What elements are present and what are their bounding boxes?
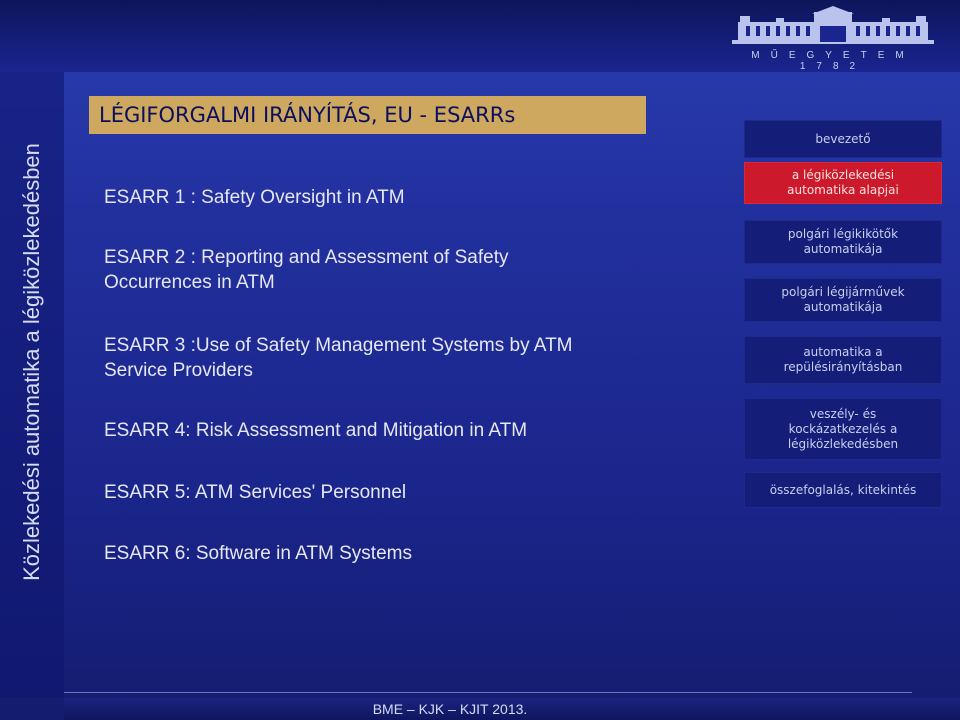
esarr-item-line: ESARR 6: Software in ATM Systems [104, 543, 412, 564]
nav-item-label: automatika alapjai [787, 183, 899, 197]
nav-item-legijarmuvek[interactable]: polgári légijárművek automatikája [744, 278, 942, 322]
vertical-course-title: Közlekedési automatika a légiközlekedésb… [19, 143, 44, 581]
esarr-item-2: ESARR 2 : Reporting and Assessment of Sa… [104, 245, 664, 295]
footer-text: BME – KJK – KJIT 2013. [372, 701, 528, 717]
nav-item-label: bevezető [815, 131, 871, 146]
page-title: LÉGIFORGALMI IRÁNYÍTÁS, EU - ESARRs [99, 103, 516, 127]
nav-item-osszefoglalas[interactable]: összefoglalás, kitekintés [744, 472, 942, 508]
nav-item-label: repülésirányításban [783, 360, 903, 374]
esarr-item-line: ESARR 4: Risk Assessment and Mitigation … [104, 420, 528, 441]
nav-item-repulesiranyitas[interactable]: automatika a repülésirányításban [744, 336, 942, 384]
esarr-item-line: ESARR 3 :Use of Safety Management System… [104, 335, 573, 356]
esarr-item-3: ESARR 3 :Use of Safety Management System… [104, 333, 664, 383]
nav-item-label: automatika a [803, 345, 883, 359]
nav-item-label: polgári légijárművek [781, 285, 905, 299]
logo-text: MŰEGYETEM 1782 [751, 50, 915, 72]
nav-item-label: veszély- és [809, 406, 877, 421]
header-bar: LÉGIFORGALMI IRÁNYÍTÁS, EU - ESARRs [89, 96, 646, 134]
nav-item-label: polgári légikikötők [787, 227, 899, 241]
esarr-item-line: ESARR 1 : Safety Oversight in ATM [104, 187, 405, 208]
nav-item-label: összefoglalás, kitekintés [769, 482, 917, 497]
nav-item-legikikotok[interactable]: polgári légikikötők automatikája [744, 220, 942, 264]
esarr-item-line: ESARR 2 : Reporting and Assessment of Sa… [104, 247, 509, 268]
esarr-item-1: ESARR 1 : Safety Oversight in ATM [104, 185, 664, 210]
nav-item-kockazatkezeles[interactable]: veszély- és kockázatkezelés a légiközlek… [744, 398, 942, 460]
university-logo: MŰEGYETEM 1782 [726, 6, 940, 72]
nav-item-label: légiközlekedésben [787, 436, 899, 451]
nav-item-automatika-alapjai[interactable]: a légiközlekedési automatika alapjai [744, 162, 942, 204]
nav-item-label: kockázatkezelés a [788, 421, 898, 436]
esarr-item-6: ESARR 6: Software in ATM Systems [104, 541, 664, 566]
esarr-item-line: Service Providers [104, 360, 253, 381]
esarr-item-line: ESARR 5: ATM Services' Personnel [104, 482, 407, 503]
esarr-item-4: ESARR 4: Risk Assessment and Mitigation … [104, 418, 664, 443]
esarr-item-5: ESARR 5: ATM Services' Personnel [104, 480, 664, 505]
nav-item-label: automatikája [803, 300, 883, 314]
university-building-icon [732, 6, 934, 44]
footer-divider [64, 692, 912, 693]
nav-item-label: automatikája [803, 242, 883, 256]
nav-item-label: a légiközlekedési [791, 168, 895, 182]
nav-item-bevezeto[interactable]: bevezető [744, 120, 942, 158]
esarr-item-line: Occurrences in ATM [104, 272, 275, 293]
